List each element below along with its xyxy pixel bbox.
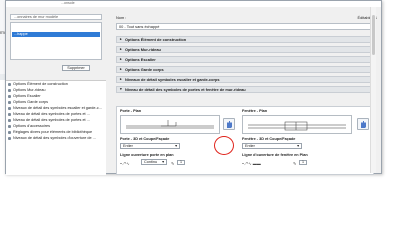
scrollbar-thumb[interactable] [372,15,375,55]
chevron-right-icon: ▸ [120,67,122,71]
chevron-right-icon: ▸ [120,37,122,41]
window-3d-label: Fenêtre - 3D et Coupe/Façade [242,137,296,141]
folder-icon [8,130,11,134]
folder-icon [8,100,11,104]
dialog-title: ...onsole [61,1,75,5]
section-header[interactable]: ▸ Niveaux de détail symboles escalier et … [116,76,374,83]
chevron-down-icon: ▾ [297,144,299,148]
chevron-down-icon: ▾ [175,144,177,148]
chevron-down-icon: ▾ [120,87,122,91]
chevron-right-icon: ▸ [120,47,122,51]
door-plan-label: Porte - Plan [120,109,142,113]
section-header[interactable]: ▸ Options Garde corps [116,66,374,73]
window-3d-select[interactable]: Entier ▾ [242,143,302,149]
window-symbol-icon [248,121,346,131]
nav-tree: Options Élément de construction Options … [6,80,106,175]
dialog-titlebar: ...onsole [6,1,381,7]
red-annotation-circle [214,136,234,155]
vertical-scrollbar[interactable] [370,7,376,173]
window-line-label: Ligne d'ouverture de fenêtre en Plan [242,153,308,157]
door-line-label: Ligne ouverture porte en plan [120,153,174,157]
door-line-pen-input[interactable]: 1 [177,160,185,165]
pen-icon: ✎ [293,161,297,166]
folder-icon [8,118,11,122]
hand-icon [227,121,232,128]
folder-icon [8,94,11,98]
settings-panel: Nom : Éditable : 1 00 - Tout sans échapp… [113,12,381,175]
favorites-list[interactable]: ...happe [10,22,102,60]
door-line-type-select[interactable]: Continu ▾ [141,159,167,165]
section-header[interactable]: ▸ Options Mur-rideau [116,46,374,53]
favorites-selected-item[interactable]: ...happe [12,32,100,37]
chevron-down-icon: ▾ [162,160,164,164]
pointer-hand-button-window[interactable] [357,118,369,130]
section-header[interactable]: ▸ Options Élément de construction [116,36,374,43]
line-type-icon: ⎯↗ ∿ ▬▬ [242,161,261,166]
expanded-content: Porte - Plan Fenêtre - Plan Porte - 3D e… [116,106,374,175]
folder-icon [8,112,11,116]
chevron-right-icon: ▸ [120,77,122,81]
window-plan-label: Fenêtre - Plan [242,109,268,113]
folder-icon [8,82,11,86]
door-symbol-icon [126,120,214,129]
delete-button[interactable]: Supprimer [62,65,90,71]
folder-icon [8,88,11,92]
folder-icon [8,136,11,140]
favorites-search[interactable]: ...onnaires de mur modèle [10,14,102,20]
window-line-pen-input[interactable]: 1 [299,160,307,165]
line-type-icon: ⎯↗ ∿ [120,161,130,166]
section-header-expanded[interactable]: ▾ Niveau de détail des symboles de portes… [116,86,374,93]
hand-icon [361,121,366,128]
door-plan-preview [120,115,220,134]
window-plan-preview [242,115,352,134]
name-label: Nom : [116,15,127,20]
settings-dialog: ...onsole ...onnaires de mur modèle ...h… [5,0,382,175]
door-3d-select[interactable]: Entier ▾ [120,143,180,149]
name-input[interactable]: 00 - Tout sans échappé [116,23,374,30]
nav-item[interactable]: Niveaux de détail des symboles d'ouvertu… [6,135,106,141]
folder-icon [8,106,11,110]
door-3d-label: Porte - 3D et Coupe/Façade [120,137,170,141]
pointer-hand-button[interactable] [223,118,235,130]
pen-icon: ✎ [171,161,175,166]
chevron-right-icon: ▸ [120,57,122,61]
section-header[interactable]: ▸ Options Escalier [116,56,374,63]
folder-icon [8,124,11,128]
